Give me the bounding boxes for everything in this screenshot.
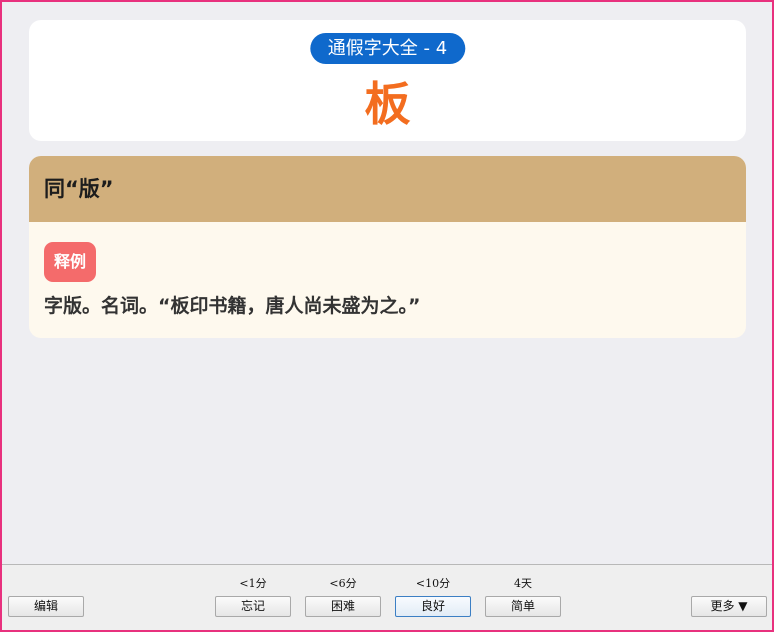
review-toolbar: 编辑 <1分 忘记 <6分 困难 <10分 良好 4天 简单 更多 ▼ — [2, 564, 772, 630]
easy-interval: 4天 — [514, 577, 532, 590]
definition-title: 同“版” — [29, 156, 746, 222]
example-text: 字版。名词。“板印书籍，唐人尚未盛为之。” — [44, 295, 421, 317]
easy-button[interactable]: 简单 — [485, 596, 561, 617]
definition-card: 同“版” 释例 字版。名词。“板印书籍，唐人尚未盛为之。” — [29, 156, 746, 338]
good-interval: <10分 — [415, 577, 451, 590]
good-button[interactable]: 良好 — [395, 596, 471, 617]
deck-badge: 通假字大全 - 4 — [309, 33, 466, 64]
more-button[interactable]: 更多 ▼ — [691, 596, 767, 617]
hard-button[interactable]: 困难 — [305, 596, 381, 617]
again-interval: <1分 — [239, 577, 267, 590]
card-view: 通假字大全 - 4 板 同“版” 释例 字版。名词。“板印书籍，唐人尚未盛为之。… — [2, 2, 772, 564]
word-card: 通假字大全 - 4 板 — [29, 20, 746, 141]
edit-button[interactable]: 编辑 — [8, 596, 84, 617]
hard-interval: <6分 — [329, 577, 357, 590]
again-button[interactable]: 忘记 — [215, 596, 291, 617]
word-heading: 板 — [364, 77, 411, 131]
example-tag: 释例 — [44, 242, 97, 282]
